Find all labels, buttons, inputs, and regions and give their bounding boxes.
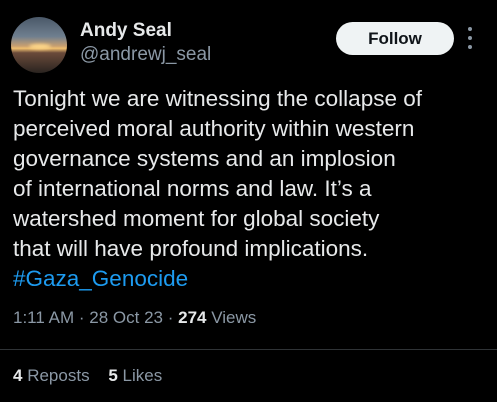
avatar-sunset-image [29, 44, 51, 49]
more-dot [468, 45, 472, 49]
author-handle[interactable]: @andrewj_seal [80, 44, 211, 66]
follow-button[interactable]: Follow [336, 22, 454, 55]
reposts-stat[interactable]: 4 Reposts [13, 366, 90, 385]
tweet-text-line: of international norms and law. It’s a [13, 176, 372, 201]
engagement-stats: 4 Reposts 5 Likes [13, 366, 176, 386]
views-label: Views [211, 308, 257, 327]
more-dot [468, 36, 472, 40]
tweet-meta: 1:11 AM · 28 Oct 23 · 274 Views [13, 308, 256, 328]
meta-separator: · [167, 308, 174, 327]
reposts-count: 4 [13, 366, 23, 385]
tweet-date[interactable]: 28 Oct 23 [89, 308, 163, 327]
tweet-text-line: perceived moral authority within western [13, 116, 415, 141]
tweet-time[interactable]: 1:11 AM [13, 308, 74, 327]
hashtag-link[interactable]: #Gaza_Genocide [13, 264, 491, 294]
more-vertical-icon[interactable] [466, 27, 474, 49]
likes-count: 5 [108, 366, 118, 385]
more-dot [468, 27, 472, 31]
tweet-text-line: that will have profound implications. [13, 236, 369, 261]
avatar[interactable] [11, 17, 67, 73]
likes-label: Likes [122, 366, 163, 385]
views-count: 274 [178, 308, 207, 327]
reposts-label: Reposts [27, 366, 90, 385]
tweet-text-line: governance systems and an implosion [13, 146, 396, 171]
tweet-card: Andy Seal @andrewj_seal Follow Tonight w… [0, 0, 497, 402]
tweet-text-line: Tonight we are witnessing the collapse o… [13, 86, 422, 111]
divider [0, 349, 497, 350]
likes-stat[interactable]: 5 Likes [108, 366, 162, 385]
meta-separator: · [78, 308, 85, 327]
tweet-text: Tonight we are witnessing the collapse o… [13, 84, 491, 294]
author-name[interactable]: Andy Seal [80, 20, 172, 42]
tweet-text-line: watershed moment for global society [13, 206, 380, 231]
